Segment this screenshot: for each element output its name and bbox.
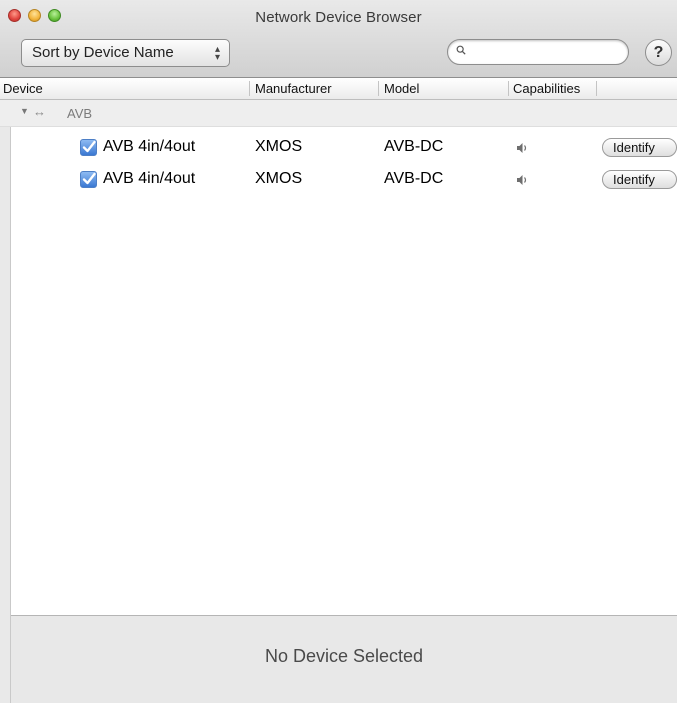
column-divider[interactable]: [596, 81, 597, 96]
sort-select-label: Sort by Device Name: [32, 44, 174, 61]
checkmark-icon: [82, 172, 96, 185]
group-name: AVB: [67, 106, 93, 121]
table-header: Device Manufacturer Model Capabilities: [0, 78, 677, 100]
manufacturer-cell: XMOS: [255, 138, 303, 155]
column-divider[interactable]: [378, 81, 379, 96]
search-icon: [456, 45, 466, 55]
speaker-icon: [517, 175, 527, 185]
model-cell: AVB-DC: [384, 170, 444, 187]
column-divider[interactable]: [508, 81, 509, 96]
device-name-cell: AVB 4in/4out: [103, 138, 196, 155]
column-header-model[interactable]: Model: [384, 81, 419, 96]
group-row-avb[interactable]: ▼ ↔ AVB: [0, 100, 677, 127]
table-row[interactable]: AVB 4in/4out XMOS AVB-DC Identify: [0, 137, 677, 162]
title-bar: Network Device Browser Sort by Device Na…: [0, 0, 677, 78]
sort-select[interactable]: Sort by Device Name ▴ ▾: [21, 39, 230, 67]
manufacturer-cell: XMOS: [255, 170, 303, 187]
window-title: Network Device Browser: [255, 9, 422, 26]
disclosure-triangle-icon[interactable]: ▼: [20, 106, 29, 116]
column-divider[interactable]: [249, 81, 250, 96]
column-header-device[interactable]: Device: [3, 81, 43, 96]
device-name-cell: AVB 4in/4out: [103, 170, 196, 187]
main-window: Network Device Browser Sort by Device Na…: [0, 0, 677, 703]
device-detail-pane: No Device Selected: [11, 615, 677, 703]
up-down-arrows-icon: ▴ ▾: [214, 44, 220, 63]
checkmark-icon: [82, 140, 96, 153]
search-input[interactable]: [474, 43, 623, 63]
device-enable-checkbox[interactable]: [80, 171, 97, 188]
search-field[interactable]: [447, 39, 629, 65]
device-enable-checkbox[interactable]: [80, 139, 97, 156]
model-cell: AVB-DC: [384, 138, 444, 155]
identify-button[interactable]: Identify: [602, 138, 677, 157]
help-button[interactable]: ?: [645, 39, 672, 66]
bidirectional-arrow-icon: ↔: [33, 104, 46, 119]
column-header-manufacturer[interactable]: Manufacturer: [255, 81, 332, 96]
selection-status: No Device Selected: [264, 646, 424, 666]
table-row[interactable]: AVB 4in/4out XMOS AVB-DC Identify: [0, 169, 677, 194]
identify-button[interactable]: Identify: [602, 170, 677, 189]
speaker-icon: [517, 143, 527, 153]
column-header-capabilities[interactable]: Capabilities: [513, 81, 580, 96]
